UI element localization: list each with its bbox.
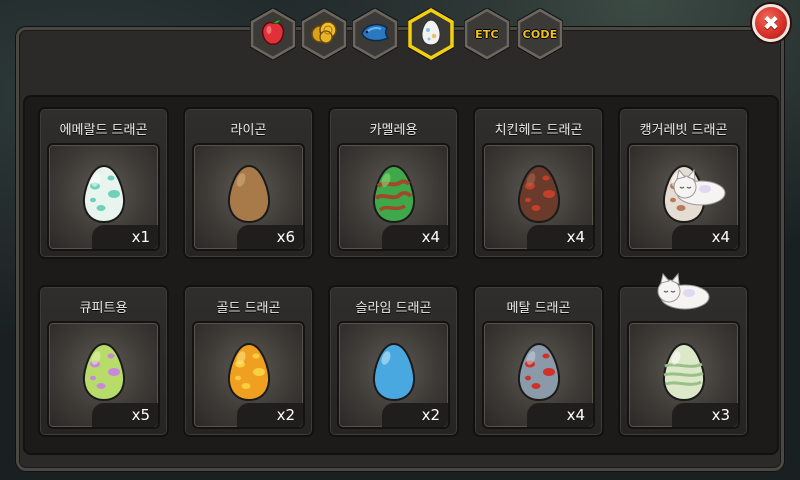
egg-frame: x4: [337, 143, 450, 251]
egg-frame: x1: [47, 143, 160, 251]
egg-name: 메탈 드래곤: [506, 301, 571, 316]
tab-etc-label: ETC: [475, 27, 499, 41]
red-fruit-icon: [259, 17, 287, 51]
egg-slot[interactable]: 골드 드래곤 x2: [183, 285, 314, 437]
egg-slot[interactable]: 라이곤 x6: [183, 107, 314, 259]
egg-count: x1: [92, 225, 158, 249]
egg-icon: [661, 342, 707, 406]
egg-slot[interactable]: 메탈 드래곤 x4: [473, 285, 604, 437]
egg-icon: [81, 342, 127, 406]
egg-count: x2: [237, 403, 303, 427]
blue-fish-icon: [359, 20, 391, 48]
egg-frame: x2: [192, 321, 305, 429]
egg-count: x5: [92, 403, 158, 427]
egg-slot[interactable]: 카멜레용 x4: [328, 107, 459, 259]
egg-count: x2: [382, 403, 448, 427]
sleeping-cat-icon: [655, 271, 715, 315]
close-button[interactable]: ✖: [752, 4, 790, 42]
egg-name: 캥거레빗 드래곤: [639, 123, 728, 138]
egg-frame: x5: [47, 321, 160, 429]
egg-slot[interactable]: 캥거레빗 드래곤 x4: [618, 107, 749, 259]
egg-icon: [226, 164, 272, 228]
egg-name: 골드 드래곤: [216, 301, 281, 316]
egg-frame: x3: [627, 272, 740, 429]
gold-coins-icon: [310, 19, 338, 49]
egg-icon: [226, 342, 272, 406]
tab-fish[interactable]: [352, 8, 398, 60]
egg-name: 에메랄드 드래곤: [59, 123, 148, 138]
egg-icon: [516, 164, 562, 228]
sleeping-cat-icon: [671, 167, 731, 211]
egg-icon: [516, 342, 562, 406]
close-icon: ✖: [762, 11, 780, 35]
egg-slot[interactable]: 치킨헤드 드래곤 x4: [473, 107, 604, 259]
egg-count: x4: [527, 225, 593, 249]
egg-count: x4: [382, 225, 448, 249]
egg-frame: x6: [192, 143, 305, 251]
egg-name: 카멜레용: [369, 123, 418, 138]
egg-frame: x2: [337, 321, 450, 429]
egg-icon: [371, 342, 417, 406]
egg-icon: [420, 18, 442, 50]
tab-code-label: CODE: [522, 27, 558, 41]
egg-name: 라이곤: [230, 123, 267, 138]
tab-etc[interactable]: ETC: [464, 8, 510, 60]
egg-name: 치킨헤드 드래곤: [494, 123, 583, 138]
egg-count: x6: [237, 225, 303, 249]
tab-gold[interactable]: [301, 8, 347, 60]
egg-count: x4: [672, 225, 738, 249]
tab-egg[interactable]: [408, 8, 454, 60]
egg-frame: x4: [627, 143, 740, 251]
egg-name: 슬라임 드래곤: [355, 301, 432, 316]
tab-code[interactable]: CODE: [517, 8, 563, 60]
egg-name: 큐피트용: [79, 301, 128, 316]
egg-icon: [371, 164, 417, 228]
egg-count: x3: [672, 403, 738, 427]
egg-slot[interactable]: 슬라임 드래곤 x2: [328, 285, 459, 437]
egg-frame: x4: [482, 143, 595, 251]
egg-frame: x4: [482, 321, 595, 429]
tab-fruit[interactable]: [250, 8, 296, 60]
egg-slot[interactable]: 에메랄드 드래곤 x1: [38, 107, 169, 259]
egg-slot[interactable]: 큐피트용 x5: [38, 285, 169, 437]
egg-slot[interactable]: x3: [618, 272, 749, 437]
egg-count: x4: [527, 403, 593, 427]
egg-icon: [81, 164, 127, 228]
